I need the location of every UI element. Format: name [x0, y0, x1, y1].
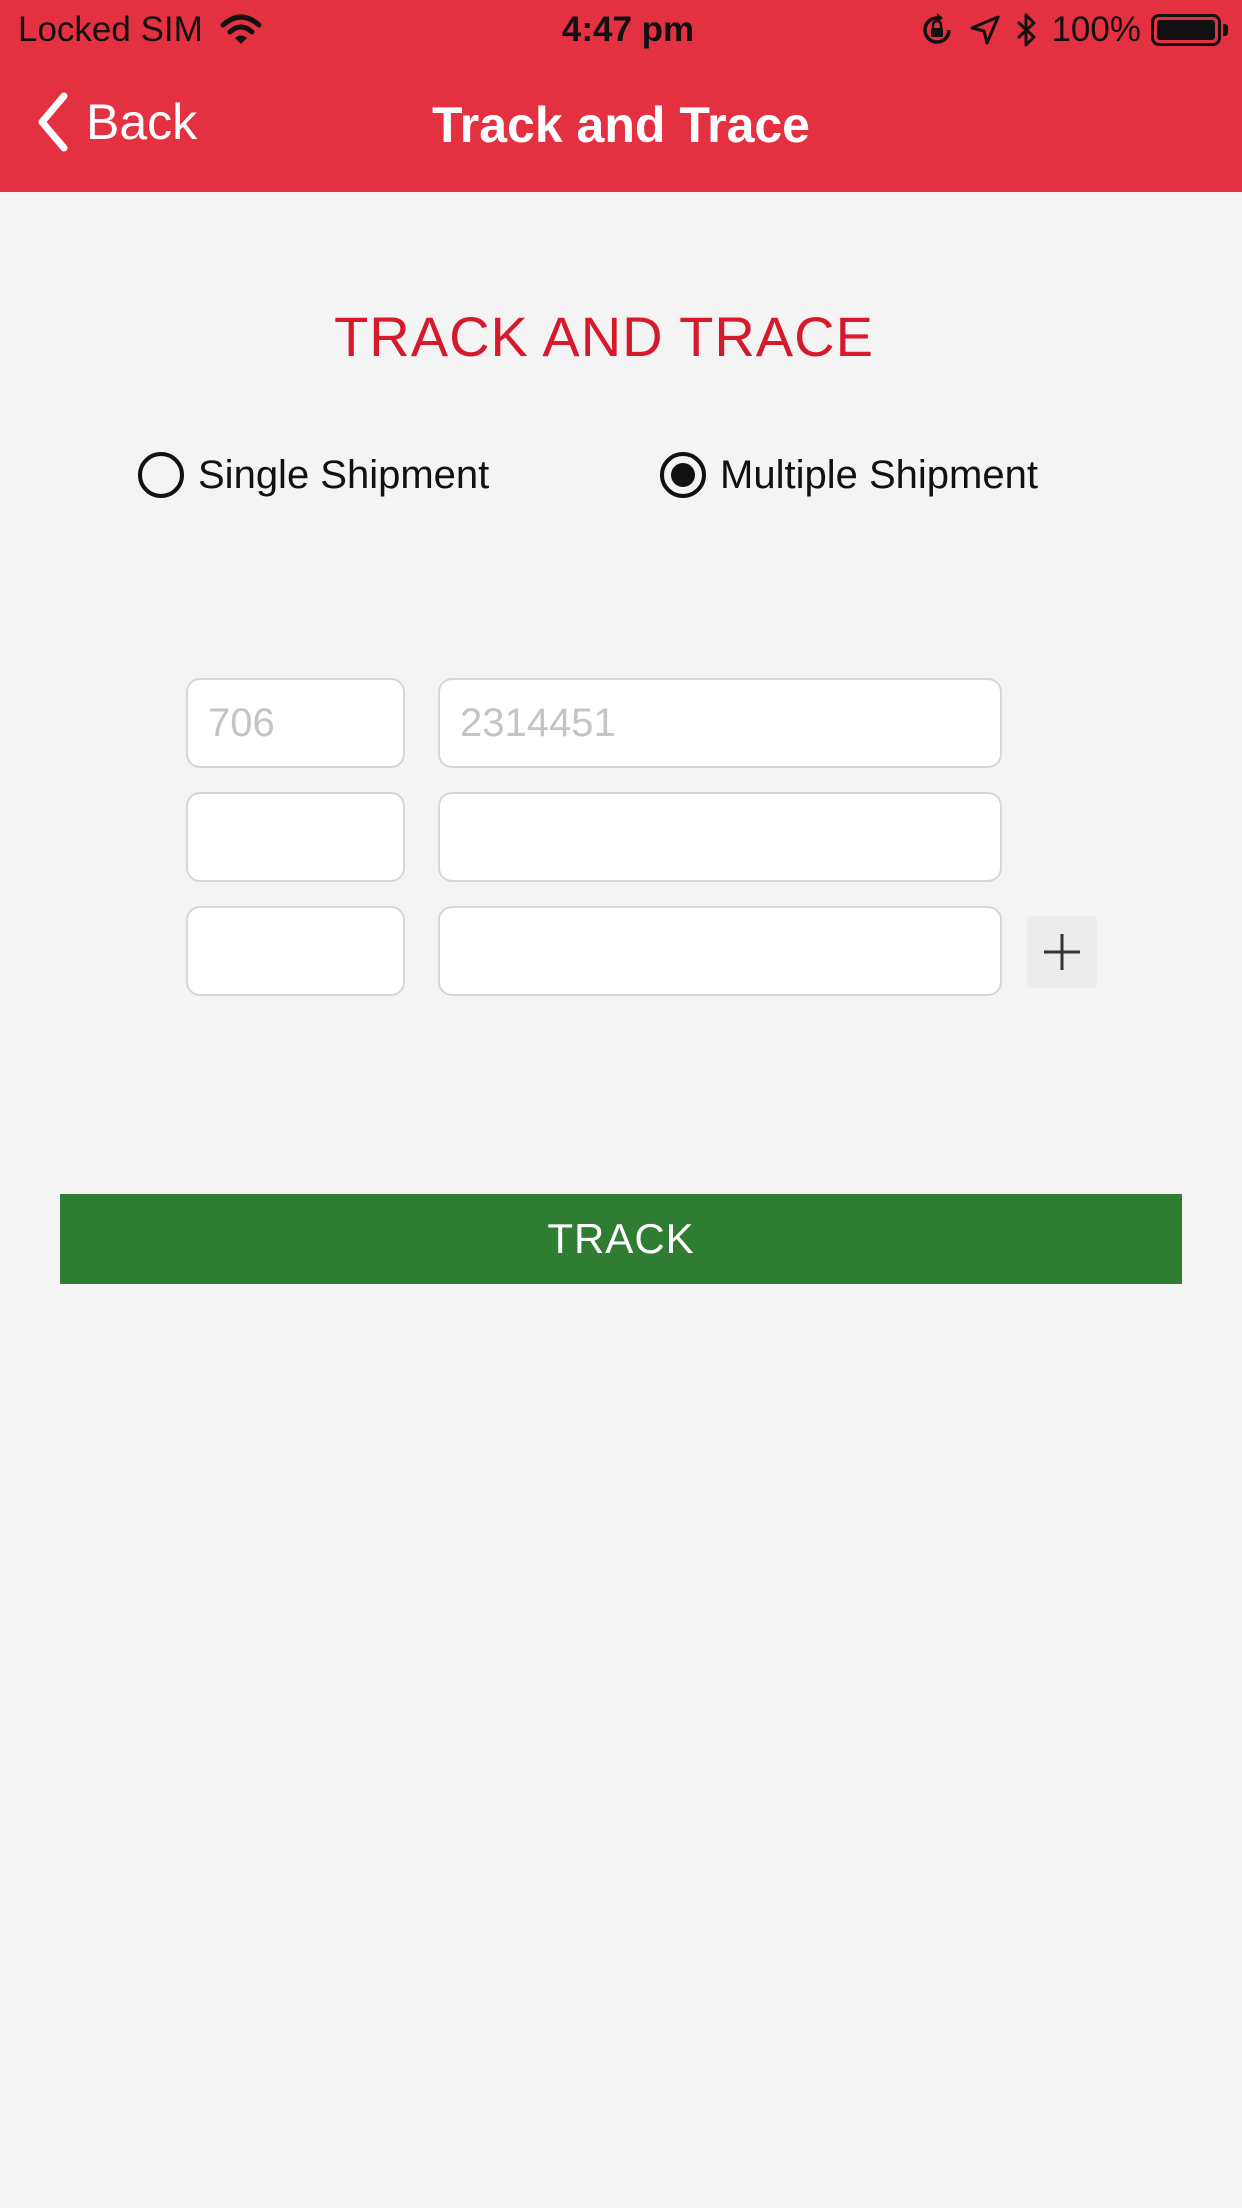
- nav-bar: Back Track and Trace: [0, 62, 1242, 192]
- battery-percent: 100%: [1051, 10, 1141, 49]
- radio-label: Single Shipment: [198, 452, 490, 497]
- status-bar: Locked SIM 4:47 pm 100%: [0, 0, 1242, 62]
- plus-icon: [1044, 934, 1080, 970]
- app-header: Locked SIM 4:47 pm 100% Back Track and T…: [0, 0, 1242, 192]
- battery-fill: [1157, 20, 1215, 40]
- orientation-lock-icon: [923, 13, 952, 44]
- radio-circle-icon: [660, 452, 706, 498]
- location-arrow-icon: [970, 15, 1000, 45]
- nav-title: Track and Trace: [431, 97, 810, 153]
- add-row-button[interactable]: [1027, 916, 1097, 988]
- battery-icon: [1151, 14, 1221, 46]
- radio-multiple-shipment[interactable]: Multiple Shipment: [660, 452, 1038, 498]
- awb-number-input-2[interactable]: [438, 792, 1002, 882]
- awb-number-input-1[interactable]: [438, 678, 1002, 768]
- awb-prefix-input-1[interactable]: [186, 678, 405, 768]
- radio-selected-dot: [671, 463, 695, 487]
- track-button[interactable]: TRACK: [60, 1194, 1182, 1284]
- bluetooth-icon: [1017, 13, 1036, 47]
- page-title: TRACK AND TRACE: [334, 305, 874, 368]
- awb-prefix-input-2[interactable]: [186, 792, 405, 882]
- radio-circle-icon: [138, 452, 184, 498]
- radio-label: Multiple Shipment: [720, 452, 1038, 497]
- status-right: 100%: [919, 10, 1228, 50]
- awb-prefix-input-3[interactable]: [186, 906, 405, 996]
- radio-single-shipment[interactable]: Single Shipment: [138, 452, 489, 498]
- battery-tip: [1223, 24, 1228, 36]
- awb-number-input-3[interactable]: [438, 906, 1002, 996]
